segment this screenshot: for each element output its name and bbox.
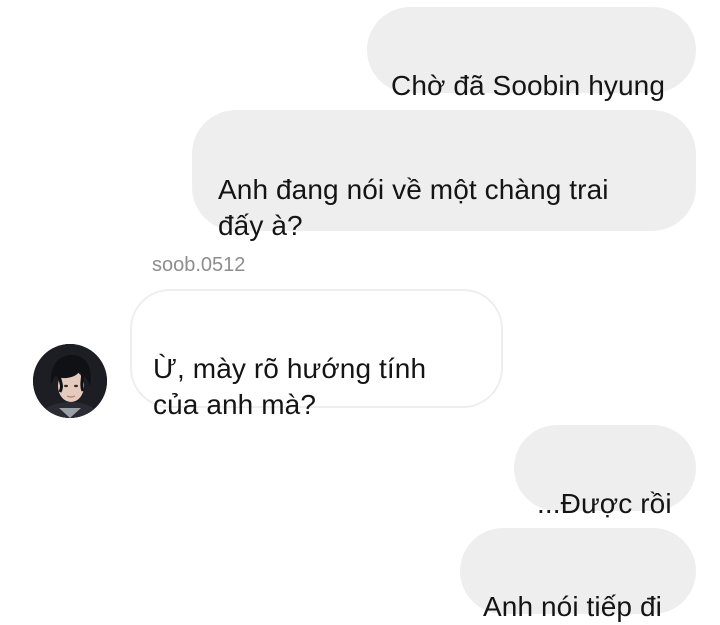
- sender-username: soob.0512: [152, 254, 246, 276]
- message-text: ...Được rồi: [537, 488, 672, 519]
- sent-message-bubble[interactable]: Anh nói tiếp đi: [460, 528, 696, 622]
- message-text: Ừ, mày rõ hướng tính của anh mà?: [153, 353, 427, 420]
- received-message-bubble[interactable]: Ừ, mày rõ hướng tính của anh mà?: [130, 289, 503, 420]
- sender-avatar[interactable]: [33, 344, 107, 418]
- avatar-photo-icon: [33, 344, 107, 418]
- message-text: Anh nói tiếp đi: [483, 591, 662, 622]
- sent-message-bubble[interactable]: Anh đang nói về một chàng trai đấy à?: [192, 110, 696, 241]
- sent-message-bubble[interactable]: Chờ đã Soobin hyung: [367, 7, 696, 101]
- message-text: Chờ đã Soobin hyung: [391, 70, 666, 101]
- sent-message-bubble[interactable]: ...Được rồi: [514, 425, 696, 519]
- message-text: Anh đang nói về một chàng trai đấy à?: [218, 174, 609, 241]
